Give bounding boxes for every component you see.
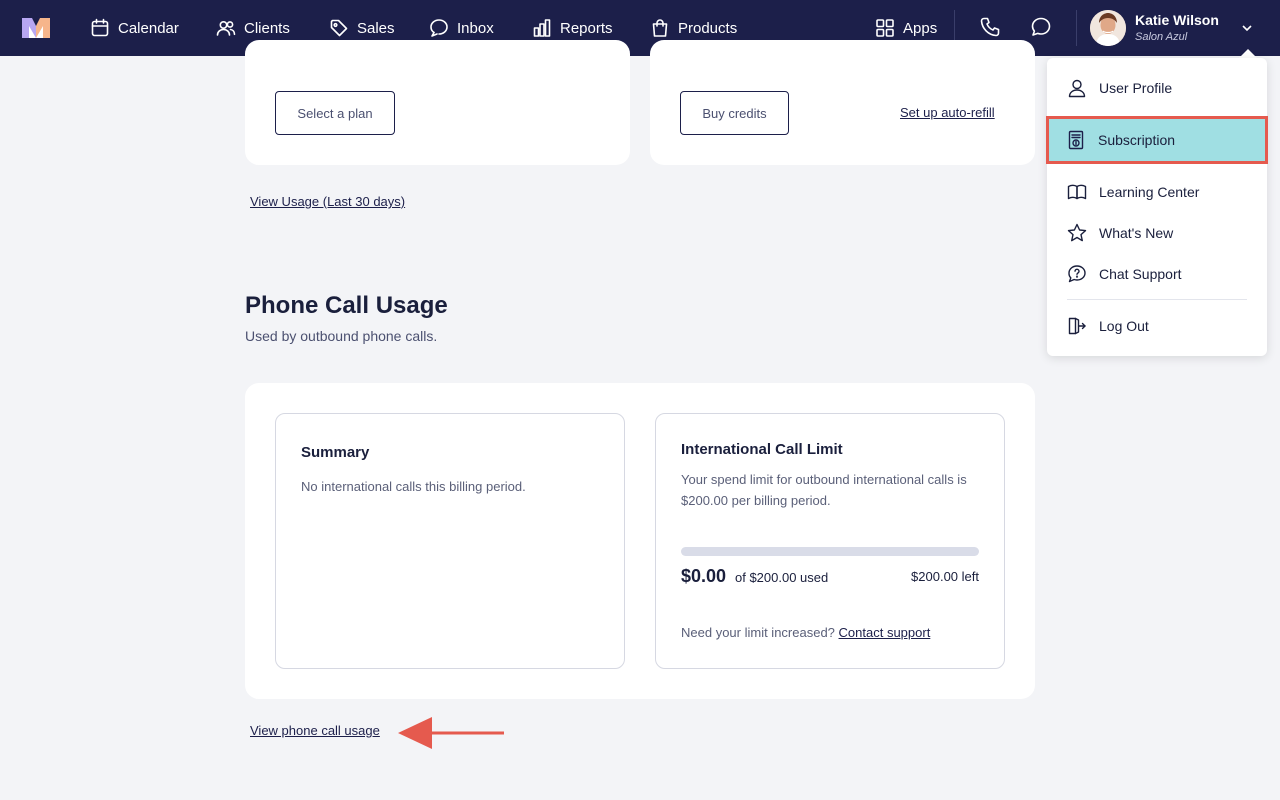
limit-description: Your spend limit for outbound internatio… [681, 472, 967, 508]
user-name[interactable]: Katie Wilson [1135, 12, 1219, 28]
calendar-icon [91, 18, 109, 37]
phone-icon [980, 17, 1000, 37]
user-avatar-icon [1090, 10, 1126, 46]
chat-help-icon [1068, 265, 1086, 283]
menu-item-label: Chat Support [1099, 266, 1182, 282]
book-icon [1067, 184, 1087, 200]
star-icon [1067, 223, 1087, 242]
section-title: Phone Call Usage [245, 292, 448, 319]
receipt-icon [1068, 130, 1084, 150]
shopping-bag-icon [652, 19, 668, 37]
limit-title: International Call Limit [681, 441, 843, 458]
buy-credits-button[interactable]: Buy credits [680, 91, 789, 135]
chat-bubble-icon [1031, 17, 1051, 36]
summary-title: Summary [301, 444, 370, 461]
used-amount: $0.00 [681, 566, 727, 586]
summary-text: No international calls this billing peri… [301, 479, 526, 494]
menu-item-whats-new[interactable]: What's New [1047, 213, 1267, 253]
user-icon [1068, 79, 1086, 98]
nav-calendar-label: Calendar [118, 19, 179, 37]
logout-icon [1068, 317, 1086, 335]
nav-calendar[interactable]: Calendar [90, 0, 179, 56]
nav-sales-label: Sales [357, 19, 395, 37]
bar-chart-icon [533, 19, 551, 37]
user-salon: Salon Azul [1135, 31, 1188, 43]
view-usage-link[interactable]: View Usage (Last 30 days) [250, 194, 405, 209]
select-plan-button[interactable]: Select a plan [275, 91, 395, 135]
annotation-arrow-icon [398, 717, 504, 749]
menu-item-label: Subscription [1098, 132, 1176, 148]
nav-products-label: Products [678, 19, 738, 37]
menu-item-label: Learning Center [1099, 184, 1200, 200]
top-nav: Calendar Clients Sales Inbox Reports Pro… [0, 0, 1280, 56]
avatar[interactable] [1090, 10, 1126, 46]
brand-logo-icon[interactable] [20, 16, 52, 40]
menu-item-subscription[interactable]: Subscription [1046, 116, 1268, 164]
limit-help-text: Need your limit increased? [681, 625, 835, 640]
chevron-down-icon [1242, 25, 1252, 32]
credits-card: Buy credits Set up auto-refill [650, 40, 1035, 165]
menu-item-log-out[interactable]: Log Out [1047, 306, 1267, 346]
used-of-text: of $200.00 used [735, 570, 829, 585]
view-phone-usage-link[interactable]: View phone call usage [250, 723, 380, 738]
nav-inbox-label: Inbox [457, 19, 494, 37]
menu-item-label: User Profile [1099, 80, 1173, 96]
left-amount: $200.00 left [911, 569, 979, 584]
nav-clients-label: Clients [244, 19, 290, 37]
nav-reports-label: Reports [560, 19, 613, 37]
menu-item-user-profile[interactable]: User Profile [1047, 68, 1267, 108]
nav-apps-label: Apps [903, 19, 938, 37]
chat-button[interactable] [1030, 16, 1054, 40]
section-subtitle: Used by outbound phone calls. [245, 328, 438, 344]
contact-support-link[interactable]: Contact support [839, 625, 931, 640]
tag-icon [330, 19, 348, 37]
menu-item-label: Log Out [1099, 318, 1149, 334]
grid-icon [876, 19, 894, 37]
menu-item-label: What's New [1099, 225, 1174, 241]
menu-divider [1067, 299, 1247, 300]
limit-help: Need your limit increased? Contact suppo… [681, 622, 930, 643]
phone-button[interactable] [979, 16, 1003, 40]
nav-divider-2 [1076, 10, 1077, 46]
users-icon [216, 20, 236, 36]
limit-progress-bar [681, 547, 979, 556]
menu-item-chat-support[interactable]: Chat Support [1047, 254, 1267, 294]
user-dropdown-menu: User Profile Subscription Learning Cente… [1046, 58, 1268, 356]
inbox-icon [430, 19, 448, 37]
user-menu-toggle[interactable] [1240, 21, 1254, 35]
plan-card: Select a plan [245, 40, 630, 165]
auto-refill-link[interactable]: Set up auto-refill [900, 105, 995, 120]
menu-item-learning-center[interactable]: Learning Center [1047, 172, 1267, 212]
